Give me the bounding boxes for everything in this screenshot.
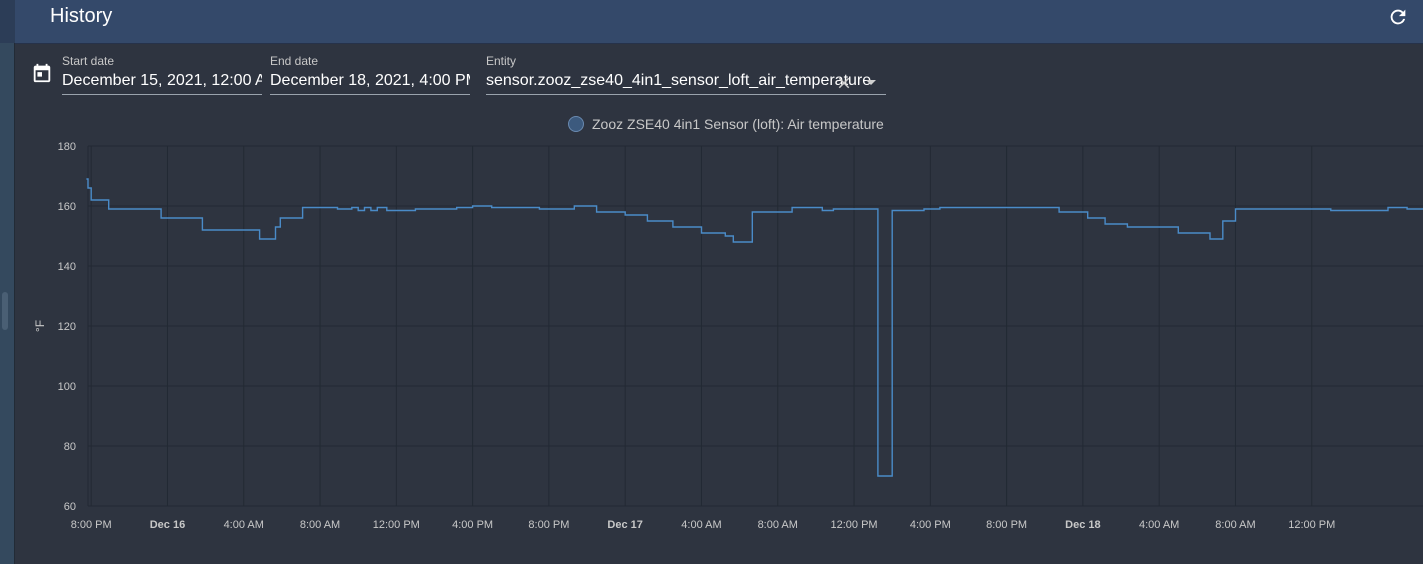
x-tick-label: 12:00 PM bbox=[830, 519, 877, 531]
x-tick-label: 12:00 PM bbox=[1288, 519, 1335, 531]
start-date-field[interactable]: Start date December 15, 2021, 12:00 AM bbox=[62, 54, 262, 95]
x-tick-label: 8:00 AM bbox=[758, 519, 798, 531]
app-bar-edge bbox=[0, 0, 15, 43]
x-tick-label: 8:00 PM bbox=[528, 519, 569, 531]
x-tick-label: Dec 17 bbox=[607, 519, 642, 531]
entity-label: Entity bbox=[486, 54, 517, 68]
entity-input[interactable]: sensor.zooz_zse40_4in1_sensor_loft_air_t… bbox=[486, 72, 886, 95]
close-icon[interactable] bbox=[835, 74, 853, 92]
series-line bbox=[86, 178, 1423, 477]
x-tick-label: 4:00 AM bbox=[1139, 519, 1179, 531]
x-axis-ticks: 8:00 PM Dec 16 4:00 AM 8:00 AM 12:00 PM 4:00 … bbox=[71, 519, 1336, 531]
x-tick-label: 4:00 AM bbox=[224, 519, 264, 531]
page-title: History bbox=[50, 5, 113, 27]
x-tick-label: 8:00 PM bbox=[986, 519, 1027, 531]
x-tick-label: 12:00 PM bbox=[373, 519, 420, 531]
top-app-bar: History bbox=[0, 0, 1423, 44]
x-tick-label: 8:00 PM bbox=[71, 519, 112, 531]
x-tick-label: 8:00 AM bbox=[1215, 519, 1255, 531]
y-tick-label: 120 bbox=[58, 321, 76, 333]
calendar-icon[interactable] bbox=[31, 62, 53, 84]
x-tick-label: 4:00 PM bbox=[452, 519, 493, 531]
end-date-field[interactable]: End date December 18, 2021, 4:00 PM bbox=[270, 54, 470, 95]
history-chart: 60 80 100 120 140 160 180 8:00 PM Dec 16 4:00 AM… bbox=[33, 141, 1423, 531]
y-tick-label: 140 bbox=[58, 261, 76, 273]
entity-picker[interactable]: Entity sensor.zooz_zse40_4in1_sensor_lof… bbox=[486, 54, 886, 95]
y-tick-label: 60 bbox=[64, 501, 76, 513]
x-tick-label: 4:00 AM bbox=[681, 519, 721, 531]
y-tick-label: 80 bbox=[64, 441, 76, 453]
end-date-label: End date bbox=[270, 54, 319, 68]
x-tick-label: Dec 18 bbox=[1065, 519, 1100, 531]
chart-grid bbox=[87, 145, 1423, 507]
chevron-down-icon[interactable] bbox=[865, 79, 877, 87]
end-date-input[interactable]: December 18, 2021, 4:00 PM bbox=[270, 72, 470, 95]
start-date-label: Start date bbox=[62, 54, 115, 68]
start-date-input[interactable]: December 15, 2021, 12:00 AM bbox=[62, 72, 262, 95]
x-tick-label: 4:00 PM bbox=[910, 519, 951, 531]
x-tick-label: Dec 16 bbox=[150, 519, 185, 531]
y-axis-ticks: 60 80 100 120 140 160 180 bbox=[58, 141, 76, 513]
y-tick-label: 160 bbox=[58, 201, 76, 213]
x-tick-label: 8:00 AM bbox=[300, 519, 340, 531]
y-tick-label: 100 bbox=[58, 381, 76, 393]
refresh-icon[interactable] bbox=[1387, 6, 1409, 28]
y-tick-label: 180 bbox=[58, 141, 76, 153]
y-axis-label: °F bbox=[33, 320, 47, 332]
